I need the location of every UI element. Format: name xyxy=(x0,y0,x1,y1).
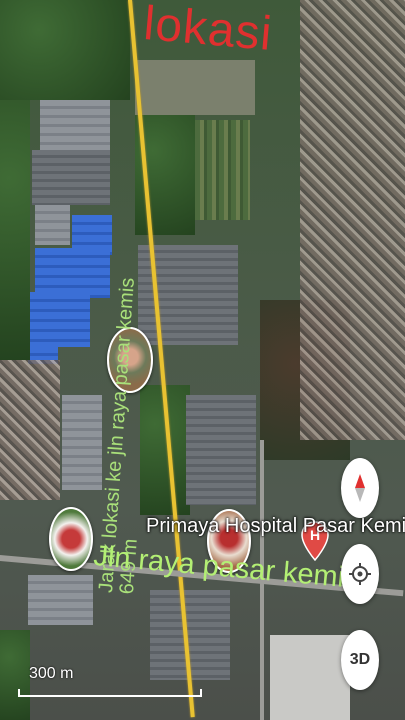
warehouse-roof xyxy=(62,395,102,490)
scale-bar: 300 m xyxy=(9,665,202,697)
site-label: lokasi xyxy=(141,0,275,62)
residential-area xyxy=(0,360,60,500)
scale-line xyxy=(18,689,202,697)
warehouse-roof xyxy=(40,100,110,150)
my-location-button[interactable] xyxy=(341,544,379,604)
farm-field xyxy=(195,120,250,220)
satellite-map[interactable]: H lokasi Jarak lokasi ke jln raya pasar … xyxy=(0,0,405,720)
residential-area xyxy=(300,0,405,440)
factory-roof xyxy=(186,395,256,505)
cleared-site xyxy=(135,60,255,115)
tree-cover xyxy=(0,100,30,360)
warehouse-roof xyxy=(32,150,110,205)
view-3d-button[interactable]: 3D xyxy=(341,630,379,690)
compass-icon xyxy=(355,474,365,502)
warehouse-roof xyxy=(28,575,93,625)
poi-label[interactable]: Primaya Hospital Pasar Kemis xyxy=(146,515,405,538)
blue-roof xyxy=(35,248,110,298)
warehouse-roof xyxy=(35,205,70,245)
blue-roof xyxy=(30,292,90,347)
building-roof xyxy=(270,635,350,720)
tree-cover xyxy=(0,0,130,100)
scale-label: 300 m xyxy=(29,665,74,682)
photo-marker[interactable] xyxy=(49,507,93,571)
my-location-icon xyxy=(349,563,371,585)
compass-button[interactable] xyxy=(341,458,379,518)
